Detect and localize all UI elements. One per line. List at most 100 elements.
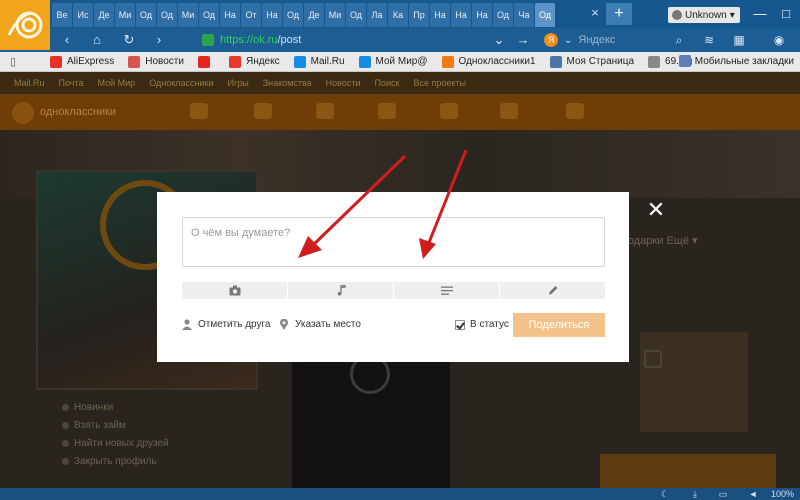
browser-tab[interactable]: Од: [136, 3, 156, 27]
bookmark-favicon-icon: [197, 55, 210, 68]
bookmark-label: Новости: [145, 56, 184, 67]
forward-icon[interactable]: ›: [150, 31, 168, 49]
tab-bar: Ве Ис Дe Ми Од Од Ми Од На От На Од Де Ми Од Ла Ка Пр Нa На…: [0, 0, 800, 28]
camera-icon[interactable]: ▭: [718, 489, 728, 499]
new-tab-button[interactable]: +: [606, 3, 632, 25]
search-placeholder[interactable]: Яндекс: [578, 34, 615, 46]
browser-tab[interactable]: Де: [304, 3, 324, 27]
bookmark-favicon-icon: [50, 55, 62, 68]
browser-tab[interactable]: Ми: [325, 3, 345, 27]
browser-tab[interactable]: На: [472, 3, 492, 27]
mobile-bookmarks[interactable]: Мобильные закладки: [678, 55, 794, 67]
close-icon[interactable]: ✕: [646, 199, 666, 221]
browser-tab[interactable]: Од: [535, 3, 555, 27]
back-icon[interactable]: ‹: [58, 31, 76, 49]
location-pin-icon: [280, 319, 288, 330]
browser-tab[interactable]: На: [220, 3, 240, 27]
tab-close-icon[interactable]: ×: [588, 6, 602, 20]
browser-tab[interactable]: На: [262, 3, 282, 27]
arrow-right-icon[interactable]: →: [514, 31, 532, 49]
browser-tab[interactable]: Од: [157, 3, 177, 27]
add-music-button[interactable]: [288, 282, 394, 299]
portal-link: Одноклассники: [149, 78, 214, 88]
user-menu-button[interactable]: Unknown ▾: [668, 7, 740, 23]
lock-icon: [202, 34, 214, 46]
right-panel: [640, 332, 748, 432]
bookmark-favicon-icon: [293, 55, 306, 68]
share-button[interactable]: Поделиться: [513, 313, 605, 337]
search-icon[interactable]: ⌕: [670, 31, 688, 49]
extension-icon[interactable]: ◉: [770, 31, 788, 49]
checkbox-checked-icon: [455, 319, 465, 330]
portal-link: Mail.Ru: [14, 78, 45, 88]
music-icon: [337, 285, 346, 296]
left-menu-label: Закрыть профиль: [74, 456, 157, 467]
add-drawing-button[interactable]: [500, 282, 605, 299]
bookmark-item[interactable]: [197, 55, 215, 68]
minimize-button[interactable]: —: [752, 6, 768, 22]
in-status-label: В статус: [470, 319, 509, 330]
add-photo-button[interactable]: [182, 282, 288, 299]
portal-link: Поиск: [374, 78, 400, 88]
search-engine-icon[interactable]: Я: [544, 33, 558, 47]
browser-tab[interactable]: Ка: [388, 3, 408, 27]
browser-tab[interactable]: Ча: [514, 3, 534, 27]
bookmarks-panel-icon[interactable]: ▯: [4, 53, 22, 71]
bullet-icon: [62, 404, 69, 411]
tag-friend-button[interactable]: Отметить друга: [182, 319, 270, 330]
home-icon[interactable]: ⌂: [88, 31, 106, 49]
bullet-icon: [62, 422, 69, 429]
browser-tab[interactable]: Пр: [409, 3, 429, 27]
browser-tab[interactable]: Ис: [73, 3, 93, 27]
browser-tab[interactable]: Ми: [178, 3, 198, 27]
zoom-level[interactable]: 100%: [771, 488, 794, 500]
bookmark-favicon-icon: [648, 55, 661, 68]
bookmark-label: Яндекс: [245, 56, 280, 67]
user-icon: [672, 10, 682, 20]
folder-icon: [678, 55, 691, 67]
in-status-checkbox[interactable]: В статус: [455, 319, 509, 330]
bookmark-item[interactable]: Мой Мир@: [358, 55, 428, 68]
browser-tab[interactable]: Од: [283, 3, 303, 27]
bookmark-item[interactable]: Яндекс: [228, 55, 280, 68]
browser-tab[interactable]: Нa: [430, 3, 450, 27]
bookmarks-list: AliExpress Новости Яндекс Mail.Ru Мой Мир@ Од…: [50, 55, 706, 68]
uc-browser-logo-icon[interactable]: [0, 0, 50, 50]
browser-tab[interactable]: Ми: [115, 3, 135, 27]
status-bar: ☾ ⤓ ▭ ◄ 100%: [0, 488, 800, 500]
notifications-icon: [316, 103, 334, 119]
moon-icon[interactable]: ☾: [660, 489, 670, 499]
browser-tab[interactable]: Дe: [94, 3, 114, 27]
messages-icon: [190, 103, 208, 119]
browser-tab[interactable]: Од: [199, 3, 219, 27]
download-icon[interactable]: ⤓: [690, 489, 700, 499]
bookmark-favicon-icon: [549, 55, 562, 68]
browser-tab[interactable]: Од: [346, 3, 366, 27]
bookmark-item[interactable]: AliExpress: [50, 55, 114, 68]
browser-tab[interactable]: На: [451, 3, 471, 27]
post-text-input[interactable]: [182, 217, 605, 267]
chevron-down-icon[interactable]: ⌄: [490, 31, 508, 49]
bookmark-item[interactable]: Моя Страница: [549, 55, 634, 68]
left-menu-label: Найти новых друзей: [74, 438, 169, 449]
browser-tab[interactable]: От: [241, 3, 261, 27]
right-tabs: Подарки Ещё ▾: [620, 235, 698, 247]
portal-link: Знакомства: [262, 78, 312, 88]
bookmark-label: Mail.Ru: [310, 56, 345, 67]
bullet-icon: [62, 440, 69, 447]
bookmark-item[interactable]: Одноклассники1: [441, 55, 536, 68]
wifi-icon[interactable]: ≋: [700, 31, 718, 49]
volume-icon[interactable]: ◄: [748, 489, 758, 499]
reload-icon[interactable]: ↻: [120, 31, 138, 49]
browser-tab[interactable]: Ве: [52, 3, 72, 27]
browser-tab[interactable]: Од: [493, 3, 513, 27]
add-text-button[interactable]: [394, 282, 500, 299]
browser-tab[interactable]: Ла: [367, 3, 387, 27]
bookmark-item[interactable]: Новости: [128, 55, 184, 68]
portal-link: Новости: [325, 78, 361, 88]
bookmark-item[interactable]: Mail.Ru: [293, 55, 345, 68]
maximize-button[interactable]: □: [778, 6, 794, 22]
add-place-button[interactable]: Указать место: [279, 319, 361, 330]
left-menu-label: Новинки: [74, 402, 114, 413]
grid-icon[interactable]: ▦: [730, 31, 748, 49]
